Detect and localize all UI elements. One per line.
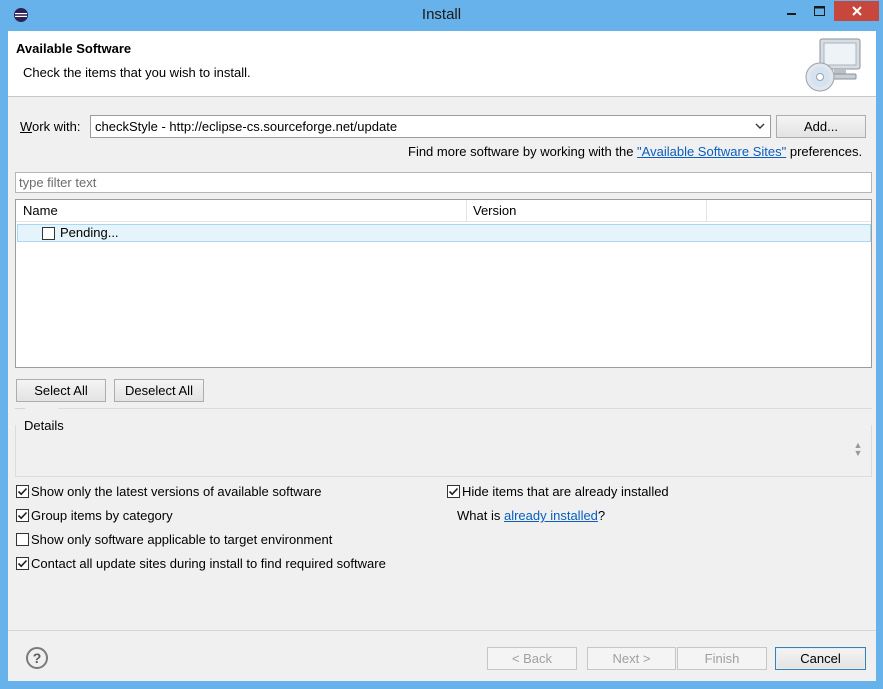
maximize-button[interactable] <box>806 1 833 21</box>
applicable-only-checkbox[interactable] <box>16 533 29 546</box>
what-is-prefix: What is <box>457 508 504 523</box>
contact-all-sites-checkbox[interactable] <box>16 557 29 570</box>
next-button[interactable]: Next > <box>587 647 676 670</box>
column-header-version[interactable]: Version <box>473 203 516 218</box>
close-button[interactable] <box>834 1 879 21</box>
checkmark-icon <box>17 511 28 520</box>
checkmark-icon <box>17 487 28 496</box>
show-latest-checkbox[interactable] <box>16 485 29 498</box>
install-software-icon <box>805 38 861 92</box>
group-by-category-checkbox[interactable] <box>16 509 29 522</box>
hide-installed-label[interactable]: Hide items that are already installed <box>462 484 669 499</box>
select-all-label: Select All <box>34 383 88 398</box>
banner-title: Available Software <box>16 41 132 56</box>
row-name: Pending... <box>60 225 119 240</box>
close-icon <box>851 6 862 16</box>
table-header: Name Version <box>16 200 871 222</box>
column-divider[interactable] <box>706 200 707 222</box>
work-with-label: Work with: <box>20 119 80 134</box>
what-is-installed-text: What is already installed? <box>457 508 605 523</box>
details-scrollbar[interactable]: ▲ ▼ <box>853 441 863 458</box>
banner-description: Check the items that you wish to install… <box>23 65 251 80</box>
column-header-name[interactable]: Name <box>23 203 58 218</box>
header-banner: Available Software Check the items that … <box>8 31 876 97</box>
dialog-client-area: Available Software Check the items that … <box>8 31 876 681</box>
find-more-prefix: Find more software by working with the <box>408 144 638 159</box>
work-with-value: checkStyle - http://eclipse-cs.sourcefor… <box>95 119 398 134</box>
already-installed-link[interactable]: already installed <box>504 508 598 523</box>
filter-placeholder: type filter text <box>19 175 97 190</box>
details-group-border <box>58 408 872 409</box>
available-software-sites-link[interactable]: "Available Software Sites" <box>637 144 786 159</box>
find-more-text: Find more software by working with the "… <box>408 144 862 159</box>
show-latest-label[interactable]: Show only the latest versions of availab… <box>31 484 322 499</box>
contact-all-sites-label[interactable]: Contact all update sites during install … <box>31 556 386 571</box>
finish-button[interactable]: Finish <box>677 647 767 670</box>
footer-separator <box>8 630 876 631</box>
deselect-all-label: Deselect All <box>125 383 193 398</box>
row-checkbox[interactable] <box>42 227 55 240</box>
install-window: Install Available Software Check the ite… <box>0 0 883 689</box>
details-panel <box>15 425 872 477</box>
checkmark-icon <box>448 487 459 496</box>
help-icon[interactable]: ? <box>26 647 48 669</box>
group-by-category-label[interactable]: Group items by category <box>31 508 173 523</box>
software-table[interactable]: Name Version Pending... <box>15 199 872 368</box>
maximize-icon <box>814 6 825 16</box>
deselect-all-button[interactable]: Deselect All <box>114 379 204 402</box>
work-with-label-text: ork with: <box>32 119 81 134</box>
hide-installed-checkbox[interactable] <box>447 485 460 498</box>
add-site-button[interactable]: Add... <box>776 115 866 138</box>
column-divider[interactable] <box>466 200 467 222</box>
applicable-only-label[interactable]: Show only software applicable to target … <box>31 532 332 547</box>
what-is-suffix: ? <box>597 508 606 523</box>
work-with-mnemonic: W <box>20 119 33 134</box>
filter-input[interactable]: type filter text <box>15 172 872 193</box>
minimize-icon <box>786 13 796 15</box>
chevron-down-icon[interactable] <box>754 119 766 133</box>
work-with-combo[interactable]: checkStyle - http://eclipse-cs.sourcefor… <box>90 115 771 138</box>
back-button[interactable]: < Back <box>487 647 577 670</box>
cancel-button[interactable]: Cancel <box>775 647 866 670</box>
find-more-suffix: preferences. <box>786 144 863 159</box>
checkmark-icon <box>17 559 28 568</box>
window-title: Install <box>421 6 462 23</box>
select-all-button[interactable]: Select All <box>16 379 106 402</box>
title-bar[interactable]: Install <box>0 0 883 31</box>
details-group-border <box>15 408 25 409</box>
table-row[interactable]: Pending... <box>17 224 871 242</box>
minimize-button[interactable] <box>778 1 805 21</box>
